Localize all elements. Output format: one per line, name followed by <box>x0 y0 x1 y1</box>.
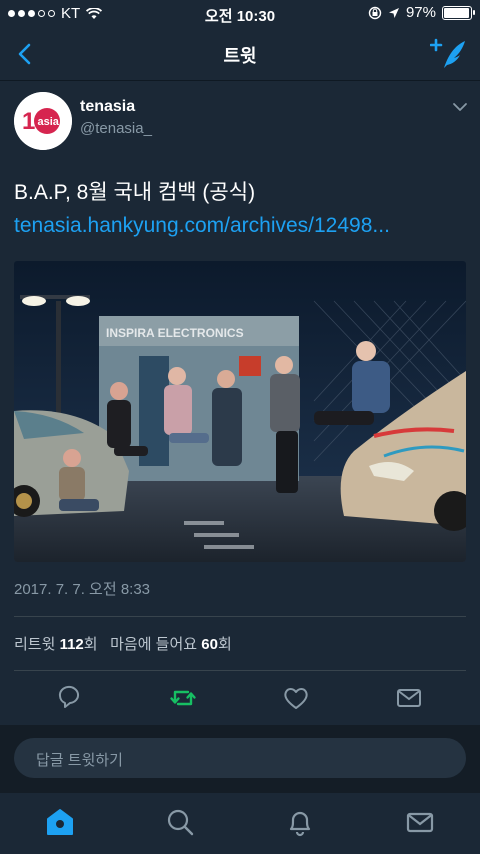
svg-text:1: 1 <box>22 108 35 135</box>
mail-icon[interactable] <box>395 684 423 712</box>
rotation-lock-icon <box>368 6 382 19</box>
search-icon[interactable] <box>165 807 195 837</box>
image-sign-text: INSPIRA ELECTRONICS <box>106 326 244 340</box>
reply-input[interactable]: 답글 트윗하기 <box>14 738 466 778</box>
retweets-label[interactable]: 리트윗 <box>14 636 55 653</box>
reply-icon[interactable] <box>56 684 84 712</box>
tweet-timestamp: 2017. 7. 7. 오전 8:33 <box>14 581 151 598</box>
retweet-icon[interactable] <box>169 684 197 712</box>
likes-label[interactable]: 마음에 들어요 <box>110 636 197 653</box>
page-title: 트윗 <box>223 46 257 66</box>
tenasia-logo: 1 asia <box>14 92 72 150</box>
author-handle[interactable]: @tenasia_ <box>80 120 152 137</box>
likes-unit: 회 <box>217 636 232 653</box>
reply-bar: 답글 트윗하기 <box>0 725 480 793</box>
location-icon <box>388 7 399 18</box>
tweet-photo[interactable]: INSPIRA ELECTRONICS <box>14 261 466 562</box>
nav-bar: 트윗 <box>0 28 480 80</box>
battery-icon <box>442 5 475 20</box>
group-photo-illustration: INSPIRA ELECTRONICS <box>14 261 466 562</box>
compose-tweet-icon[interactable] <box>430 36 468 72</box>
home-icon[interactable] <box>45 807 75 837</box>
author-name[interactable]: tenasia <box>80 98 135 116</box>
tweet-text: B.A.P, 8월 국내 컴백 (공식) <box>14 181 256 204</box>
reply-placeholder: 답글 트윗하기 <box>36 752 123 769</box>
retweets-unit: 회 <box>83 636 98 653</box>
tab-bar <box>0 793 480 854</box>
status-right: 97% <box>368 4 475 21</box>
tweet-stats: 리트윗 112회 마음에 들어요 60회 <box>14 633 232 654</box>
mail-icon[interactable] <box>405 807 435 837</box>
avatar[interactable]: 1 asia <box>14 92 72 150</box>
battery-percent: 97% <box>405 4 436 21</box>
svg-text:asia: asia <box>38 116 60 128</box>
tweet-link[interactable]: tenasia.hankyung.com/archives/12498... <box>14 214 390 238</box>
divider <box>14 670 466 671</box>
nav-divider <box>0 80 480 81</box>
tweet-actions <box>0 684 480 718</box>
retweets-count[interactable]: 112 <box>60 636 84 653</box>
divider <box>14 616 466 617</box>
bell-icon[interactable] <box>285 807 315 837</box>
chevron-down-icon[interactable] <box>452 100 468 114</box>
heart-icon[interactable] <box>282 684 310 712</box>
likes-count[interactable]: 60 <box>201 636 218 653</box>
status-bar: KT 오전 10:30 97% <box>0 0 480 28</box>
